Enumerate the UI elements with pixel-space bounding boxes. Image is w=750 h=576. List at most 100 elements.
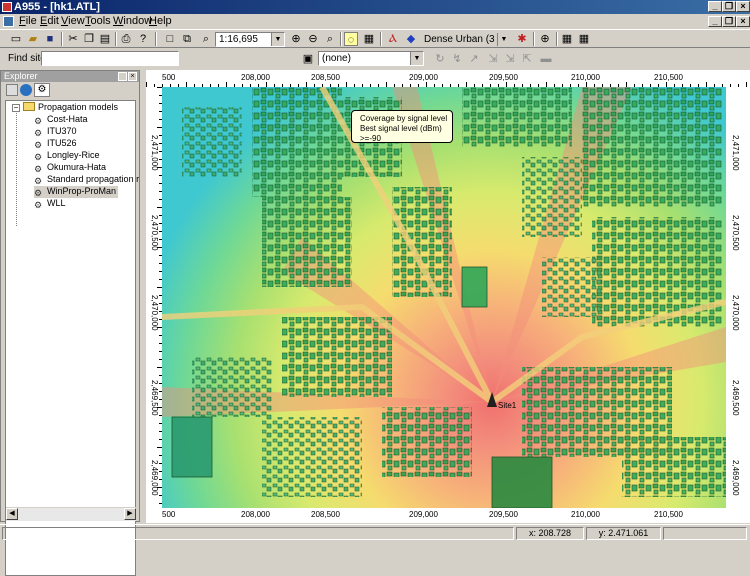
model-icon: ⚙ [34,188,43,198]
filter-value: (none) [322,53,351,64]
menu-edit[interactable]: Edit [40,14,59,29]
menu-tools[interactable]: Tools [85,14,111,29]
doc-close-button[interactable]: × [736,16,750,27]
model-icon: ⚙ [34,176,43,186]
tree-item-okumura-hata[interactable]: ⚙ Okumura-Hata [34,162,106,174]
menu-file[interactable]: File [19,14,37,29]
filter-combo[interactable]: (none) ▼ [318,51,424,66]
filter-icon[interactable]: ▣ [301,52,315,66]
collapse-icon[interactable]: − [12,104,20,112]
save-icon[interactable]: ■ [43,32,57,46]
chevron-down-icon[interactable]: ▼ [271,33,284,46]
geo-tab-icon[interactable] [20,84,32,96]
tree-item-itu526[interactable]: ⚙ ITU526 [34,138,77,150]
y-tick-label-right: 2,469,000 [731,460,740,496]
tooltip-toggle-icon[interactable]: ◌ [344,32,358,46]
paste-icon[interactable]: ▤ [98,32,112,46]
tree-item-winprop-proman[interactable]: ⚙ WinProp-ProMan [34,186,119,198]
copy-map-icon[interactable]: ⧉ [180,32,194,46]
y-tick-label-left: 2,470,000 [150,295,159,331]
explorer-header: Explorer × [1,71,139,82]
doc-restore-button[interactable]: ❐ [722,16,736,27]
scroll-left-icon[interactable]: ◀ [6,508,18,520]
x-tick-label-bottom: 210,500 [654,510,683,519]
transmitter-icon[interactable]: ◆ [404,32,418,46]
copy-icon[interactable]: ❐ [82,32,96,46]
y-tick-label-right: 2,471,000 [731,135,740,171]
site-label: Site1 [498,401,517,410]
close-button[interactable]: × [736,1,750,12]
zoom-out-icon[interactable]: ⊖ [306,32,320,46]
tree-item-itu370[interactable]: ⚙ ITU370 [34,126,77,138]
tree-item-cost-hata[interactable]: ⚙ Cost-Hata [34,114,88,126]
zoom-icon[interactable]: ⌕ [323,32,337,46]
app-icon [2,2,12,12]
y-tick-label-right: 2,470,500 [731,215,740,251]
select-icon[interactable]: □ [163,32,177,46]
legend-icon[interactable]: ▦ [362,32,376,46]
data-tab-icon[interactable] [6,84,18,96]
print-icon[interactable]: ⎙ [119,32,133,46]
menu-view[interactable]: View [61,14,85,29]
tool-icon[interactable]: ⇲ [503,52,517,66]
chevron-down-icon[interactable]: ▼ [410,52,423,65]
zoom-in-icon[interactable]: ⊕ [289,32,303,46]
tool-icon[interactable]: ⇱ [520,52,534,66]
coverage-map[interactable]: Site1 [162,87,726,508]
tool-icon[interactable]: ▬ [539,52,553,66]
open-icon[interactable]: ▰ [26,32,40,46]
y-tick-label-left: 2,469,500 [150,380,159,416]
minimize-button[interactable]: _ [708,1,722,12]
tree-item-longley-rice[interactable]: ⚙ Longley-Rice [34,150,100,162]
scroll-right-icon[interactable]: ▶ [124,508,136,520]
new-icon[interactable]: ▭ [9,32,23,46]
explorer-tabs: ⚙ [3,83,137,98]
menu-window[interactable]: Window [113,14,152,29]
tooltip-line-1: Coverage by signal level [360,114,448,123]
tool-icon[interactable]: ⇲ [486,52,500,66]
doc-icon[interactable] [3,16,14,27]
map-window: Site1 Coverage by signal level Best sign… [146,70,750,523]
grid-icon[interactable]: ▦ [577,32,591,46]
table-icon[interactable]: ▦ [560,32,574,46]
x-coordinate: x: 208.728 [516,527,584,540]
pin-icon[interactable] [118,72,127,81]
find-toolbar: Find site : ▣ (none) ▼ ↻ ↯ ↗ ⇲ ⇲ ⇱ ▬ [0,48,750,68]
doc-minimize-button[interactable]: _ [708,16,722,27]
scale-combo[interactable]: 1:16,695 ▼ [215,32,285,47]
propagation-model-tree: − Propagation models ⚙ Cost-Hata ⚙ ITU370 … [5,100,139,576]
tree-item-wll[interactable]: ⚙ WLL [34,198,66,210]
zoom-level-icon[interactable]: ⌕ [199,32,213,46]
modules-tab-icon[interactable]: ⚙ [34,83,50,97]
status-extra [663,527,747,540]
y-tick-label-right: 2,470,000 [731,295,740,331]
chevron-down-icon[interactable]: ▼ [497,33,510,46]
menu-help[interactable]: Help [149,14,172,29]
restore-button[interactable]: ❐ [722,1,736,12]
help-icon[interactable]: ? [136,32,150,46]
y-tick-label-left: 2,471,000 [150,135,159,171]
x-tick-label-top: 208,500 [311,73,340,82]
close-icon[interactable]: × [128,72,137,81]
find-site-input[interactable] [41,51,179,66]
x-tick-label-top: 210,500 [654,73,683,82]
tree-root[interactable]: Propagation models [23,102,118,113]
tree-item-standard[interactable]: ⚙ Standard propagation r [34,174,139,186]
model-icon: ⚙ [34,116,43,126]
main-toolbar: ▭ ▰ ■ ✂ ❐ ▤ ⎙ ? □ ⧉ ⌕ 1:16,695 ▼ ⊕ ⊖ ⌕ ◌… [0,29,750,48]
explorer-panel: Explorer × ⚙ − Propagation models ⚙ Cost-… [0,70,140,576]
model-icon: ⚙ [34,164,43,174]
tool-icon[interactable]: ↯ [450,52,464,66]
x-tick-label-bottom: 208,500 [311,510,340,519]
x-tick-label-top: 500 [162,73,176,82]
clutter-combo[interactable]: Dense Urban (3 sector ▼ [420,32,511,47]
explorer-scrollbar[interactable]: ◀ ▶ [6,507,136,521]
x-tick-label-top: 210,000 [571,73,600,82]
antenna-icon[interactable]: Ⲁ [386,32,400,46]
cut-icon[interactable]: ✂ [66,32,80,46]
tool-icon[interactable]: ↻ [433,52,447,66]
station-icon[interactable]: ✱ [515,32,529,46]
x-tick-label-bottom: 210,000 [571,510,600,519]
target-icon[interactable]: ⊕ [538,32,552,46]
tool-icon[interactable]: ↗ [467,52,481,66]
